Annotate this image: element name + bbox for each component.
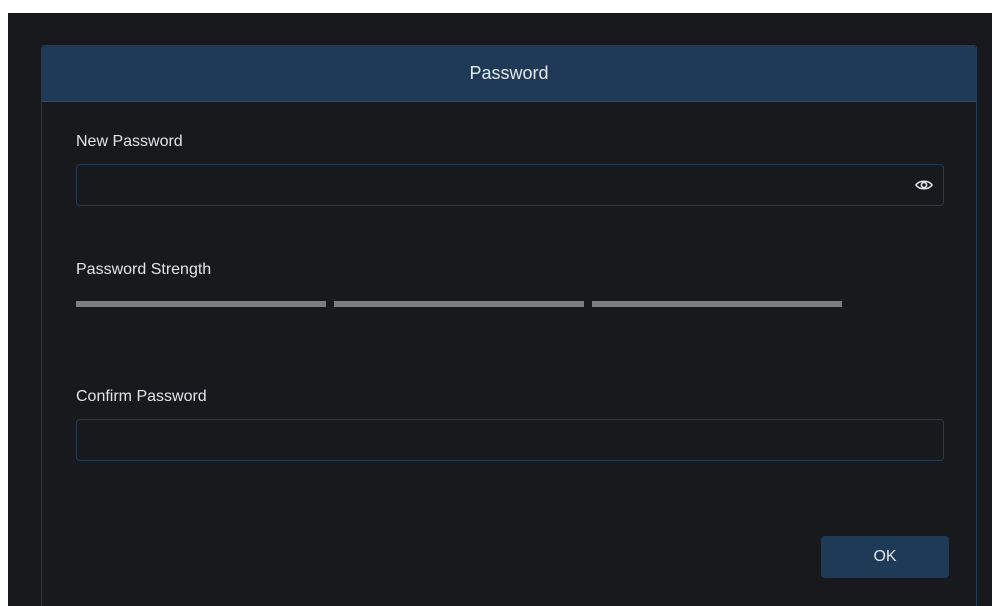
ok-button[interactable]: OK [821,536,949,578]
new-password-label: New Password [76,133,183,150]
new-password-field-container [76,164,944,206]
confirm-password-input[interactable] [77,420,943,460]
strength-segment-2 [334,301,584,307]
dialog-title: Password [469,63,549,83]
new-password-input[interactable] [77,165,943,205]
dialog-header: Password [42,46,976,102]
eye-icon[interactable] [915,177,933,193]
password-strength-label: Password Strength [76,261,212,278]
strength-segment-3 [592,301,842,307]
confirm-password-label: Confirm Password [76,388,207,405]
strength-segment-1 [76,301,326,307]
password-dialog: Password New Password Password Strength … [41,45,977,606]
confirm-password-field-container [76,419,944,461]
